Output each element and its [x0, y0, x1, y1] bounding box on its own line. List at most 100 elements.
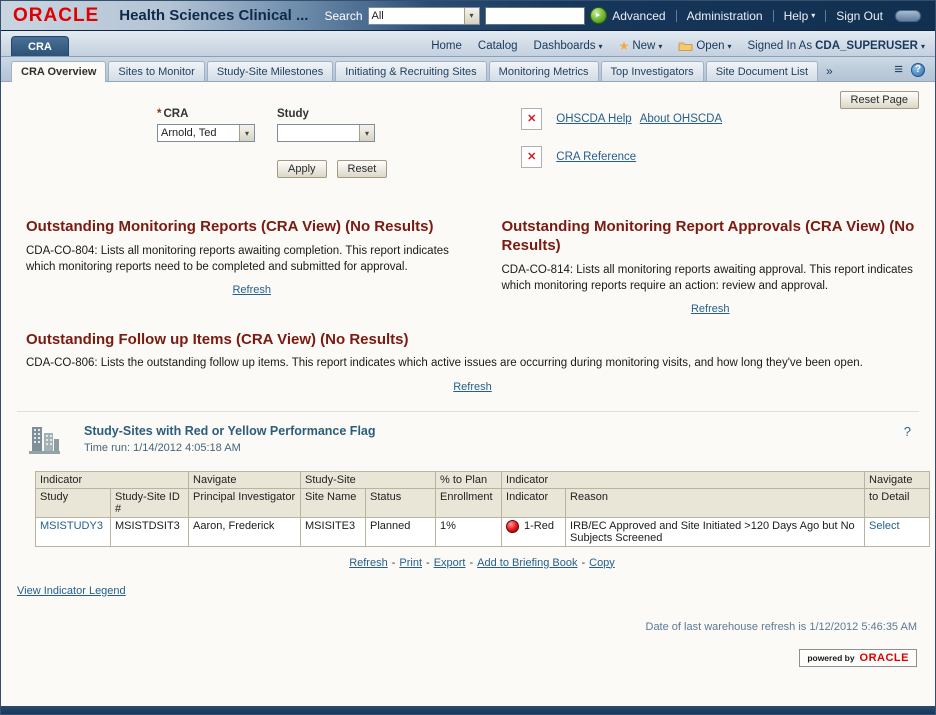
reason-cell: IRB/EC Approved and Site Initiated >120 … — [565, 516, 866, 547]
col-header-study: Study — [35, 487, 111, 518]
refresh-link[interactable]: Refresh — [232, 284, 271, 296]
refresh-link[interactable]: Refresh — [349, 557, 388, 569]
flag-report-header: Study-Sites with Red or Yellow Performan… — [26, 424, 919, 455]
report-help-link[interactable]: ? — [904, 424, 911, 439]
indicator-cell: 1-Red — [506, 519, 561, 533]
study-select-value — [278, 125, 359, 141]
study-select[interactable]: ▾ — [277, 124, 375, 142]
flag-report-title: Study-Sites with Red or Yellow Performan… — [84, 423, 376, 438]
search-scope-select[interactable]: All ▾ — [367, 6, 480, 25]
chevron-down-icon: ▾ — [598, 41, 603, 51]
col-header-reason: Reason — [565, 487, 866, 518]
nav-new-menu[interactable]: ★ New ▾ — [619, 40, 663, 52]
study-link[interactable]: MSISTUDY3 — [40, 520, 103, 532]
app-title: Health Sciences Clinical ... — [119, 7, 309, 24]
section-description: CDA-CO-804: Lists all monitoring reports… — [26, 244, 449, 273]
refresh-link[interactable]: Refresh — [691, 303, 730, 315]
col-header-principal-investigator: Principal Investigator — [188, 487, 302, 518]
advanced-link[interactable]: Advanced — [612, 9, 665, 23]
apply-button[interactable]: Apply — [277, 160, 327, 178]
separator: - — [426, 556, 430, 569]
enrollment-cell: 1% — [435, 516, 503, 547]
help-links: OHSCDA Help About OHSCDA — [556, 113, 722, 125]
section-title: Outstanding Follow up Items (CRA View) (… — [26, 330, 409, 348]
tab-sites-to-monitor[interactable]: Sites to Monitor — [108, 61, 205, 81]
cra-field-label: * CRA — [157, 108, 255, 120]
signed-in-menu[interactable]: Signed In As CDA_SUPERUSER ▾ — [748, 40, 925, 52]
nav-home[interactable]: Home — [431, 40, 462, 52]
cra-select[interactable]: Arnold, Ted ▾ — [157, 124, 255, 142]
refresh-link[interactable]: Refresh — [453, 381, 492, 393]
about-ohscda-link[interactable]: About OHSCDA — [640, 113, 722, 125]
folder-icon — [678, 42, 693, 51]
tab-monitoring-metrics[interactable]: Monitoring Metrics — [488, 61, 599, 81]
ohscda-help-link[interactable]: OHSCDA Help — [556, 113, 631, 125]
signed-in-as-label: Signed In As — [747, 40, 813, 52]
col-header-indicator: Indicator — [501, 487, 567, 518]
chevron-down-icon: ▾ — [811, 11, 816, 20]
chevron-down-icon[interactable]: ▾ — [239, 125, 254, 141]
reset-button[interactable]: Reset — [336, 160, 388, 178]
separator: - — [391, 556, 396, 569]
administration-link[interactable]: Administration — [687, 9, 763, 23]
tab-study-site-milestones[interactable]: Study-Site Milestones — [206, 61, 334, 81]
page-options-menu-icon[interactable]: ≡ — [894, 62, 903, 77]
reference-links: CRA Reference — [556, 151, 636, 163]
group-header-pct-to-plan: % to Plan — [435, 470, 503, 489]
help-links-row: ✕ OHSCDA Help About OHSCDA — [521, 108, 722, 130]
cra-select-value: Arnold, Ted — [161, 127, 217, 139]
chevron-down-icon: ▾ — [920, 41, 925, 51]
nav-dashboards-menu[interactable]: Dashboards ▾ — [534, 40, 603, 52]
copy-link[interactable]: Copy — [589, 557, 615, 569]
cra-field: * CRA Arnold, Ted ▾ — [157, 108, 255, 142]
export-link[interactable]: Export — [434, 557, 466, 569]
reset-page-button[interactable]: Reset Page — [839, 91, 919, 109]
go-arrow-icon: ► — [594, 12, 602, 19]
table-row: MSISTUDY3 MSISTDSIT3 Aaron, Frederick MS… — [35, 516, 931, 547]
window-pill-button[interactable] — [895, 9, 921, 22]
chevron-glyph: ▾ — [364, 128, 369, 138]
group-header-navigate-2: Navigate — [864, 470, 931, 489]
print-link[interactable]: Print — [399, 557, 422, 569]
oracle-logo: ORACLE — [13, 4, 100, 26]
tab-cra-overview[interactable]: CRA Overview — [11, 61, 107, 82]
group-header-study-site: Study-Site — [300, 470, 437, 489]
section-title: Outstanding Monitoring Report Approvals … — [501, 218, 915, 254]
tabs-overflow-button[interactable]: » — [820, 61, 839, 81]
tab-top-investigators[interactable]: Top Investigators — [600, 61, 704, 81]
tab-site-document-list[interactable]: Site Document List — [705, 61, 819, 81]
performance-flag-section: Study-Sites with Red or Yellow Performan… — [17, 410, 931, 569]
report-approvals-section: Outstanding Monitoring Report Approvals … — [501, 218, 919, 315]
section-title: Outstanding Monitoring Reports (CRA View… — [26, 218, 434, 235]
search-label: Search — [324, 8, 363, 23]
dashboard-content: Reset Page * CRA Arnold, Ted ▾ Study ▾ A… — [1, 82, 935, 706]
select-link[interactable]: Select — [869, 520, 900, 532]
add-to-briefing-book-link[interactable]: Add to Briefing Book — [477, 557, 577, 569]
chevron-down-icon: ▾ — [727, 41, 732, 51]
building-icon — [29, 426, 60, 454]
sign-out-link[interactable]: Sign Out — [836, 9, 883, 23]
red-status-icon — [506, 519, 520, 533]
separator: - — [581, 556, 586, 569]
nav-open-label: Open — [696, 40, 725, 52]
tab-initiating-recruiting-sites[interactable]: Initiating & Recruiting Sites — [335, 61, 487, 81]
nav-catalog[interactable]: Catalog — [478, 40, 518, 52]
nav-dashboards-label: Dashboards — [533, 40, 596, 52]
cra-reference-link[interactable]: CRA Reference — [556, 151, 636, 163]
help-menu[interactable]: Help ▾ — [784, 9, 816, 23]
table-group-header-row: Indicator Navigate Study-Site % to Plan … — [34, 470, 931, 489]
search-go-button[interactable]: ► — [589, 7, 607, 24]
col-header-study-site-id: Study-Site ID # — [109, 487, 190, 518]
prompt-section: *CRA Arnold, Ted ▾ Study ▾ Apply Reset — [17, 82, 919, 184]
view-indicator-legend-link[interactable]: View Indicator Legend — [17, 585, 126, 597]
indicator-label: 1-Red — [524, 520, 554, 533]
nav-new-label: New — [632, 40, 656, 52]
search-input[interactable] — [484, 6, 585, 25]
chevron-down-icon[interactable]: ▾ — [463, 7, 479, 24]
help-icon[interactable]: ? — [911, 62, 925, 77]
nav-open-menu[interactable]: Open ▾ — [678, 40, 732, 52]
chevron-down-icon[interactable]: ▾ — [359, 125, 374, 141]
oracle-logo-small: ORACLE — [859, 651, 909, 664]
dashboard-group-tab-cra[interactable]: CRA — [11, 36, 69, 56]
quick-links: ✕ OHSCDA Help About OHSCDA ✕ CRA Referen… — [521, 108, 722, 184]
